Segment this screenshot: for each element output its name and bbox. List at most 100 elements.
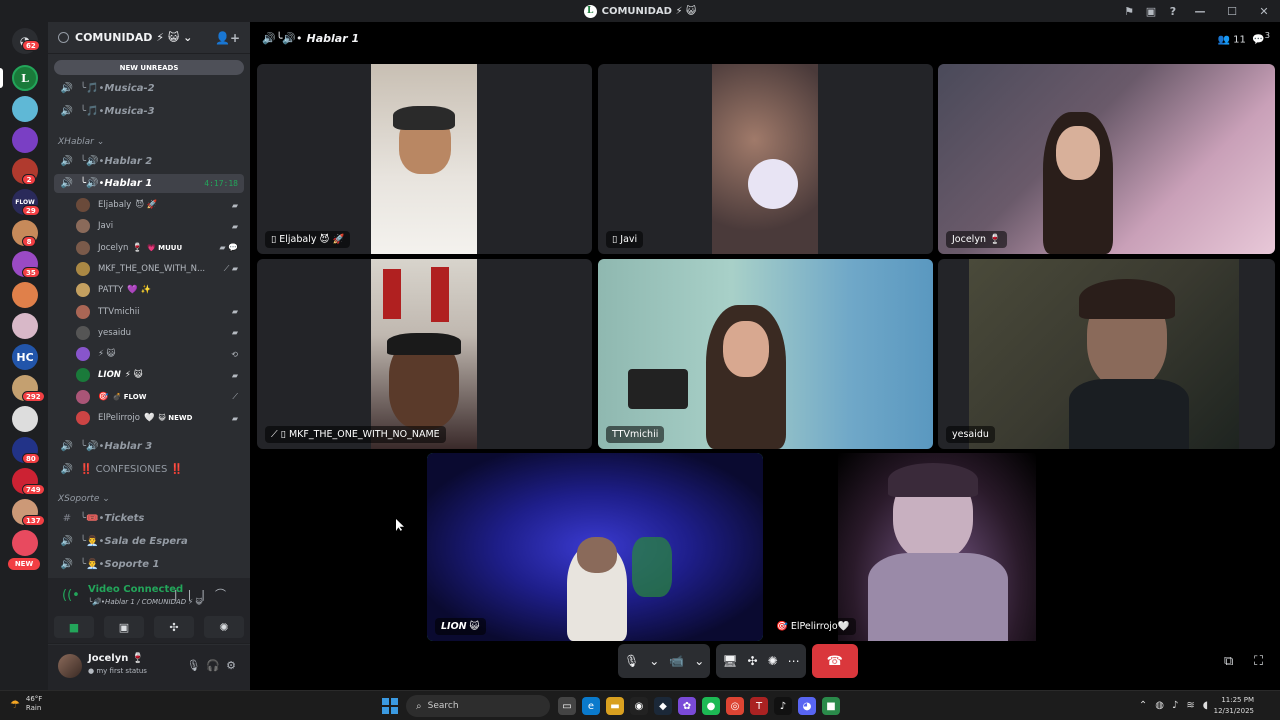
system-clock[interactable]: 11:25 PM 12/31/2025	[1214, 695, 1254, 717]
server-icon[interactable]	[12, 96, 38, 122]
soundboard-icon[interactable]: ✺	[768, 654, 778, 668]
server-icon[interactable]	[12, 313, 38, 339]
avatar	[76, 240, 90, 255]
voice-user-row[interactable]: ⚡ 😺 ⟲	[76, 344, 244, 364]
video-tile-jocelyn[interactable]: Jocelyn 🍷	[938, 64, 1275, 254]
custom-status[interactable]: ● my first status	[88, 667, 147, 675]
voice-user-row[interactable]: PATTY 💜 ✨	[76, 280, 244, 300]
video-tile-ttvmichii[interactable]: TTVmichii	[598, 259, 933, 449]
video-tile-elpelirrojo[interactable]: 🎯 ElPelirrojo 🤍	[768, 453, 1104, 641]
voice-user-row[interactable]: Jocelyn 🍷 💗 MUUU ▰ 💬	[76, 238, 244, 258]
avatar[interactable]	[58, 654, 82, 678]
server-icon[interactable]	[12, 127, 38, 153]
activities-icon[interactable]: ✣	[748, 654, 758, 668]
voice-user-row[interactable]: LION ⚡ 😺 ▰	[76, 365, 244, 385]
taskbar-app-icon[interactable]: ◆	[654, 697, 672, 715]
voice-user-row[interactable]: 🎯 💣 FLOW ⟋	[76, 387, 244, 407]
voice-status[interactable]: Video Connected	[88, 584, 183, 595]
mic-tray-icon[interactable]: ♪	[1172, 700, 1186, 711]
new-badge[interactable]: NEW	[8, 558, 40, 570]
channel-hablar-3[interactable]: 🔊 ╰🔊• Hablar 3	[54, 437, 244, 456]
channel-hablar-1[interactable]: 🔊 ╰🔊• Hablar 1 4:17:18	[54, 174, 244, 193]
taskbar-app-icon[interactable]: ◉	[630, 697, 648, 715]
speaker-icon: 🔊	[60, 559, 74, 570]
taskbar-app-icon[interactable]: ◎	[726, 697, 744, 715]
channel-soporte-1[interactable]: 🔊 ╰👨‍💼• Soporte 1	[54, 555, 244, 574]
video-tile-lion[interactable]: LION 😺	[427, 453, 763, 641]
server-boost-icon	[58, 32, 69, 43]
channel-musica-2[interactable]: 🔊 ╰🎵• Musica-2	[54, 79, 244, 98]
maximize-button[interactable]: ☐	[1216, 5, 1248, 18]
taskbar-app-icon[interactable]: ✿	[678, 697, 696, 715]
mic-options-chevron-icon[interactable]: ⌄	[649, 654, 659, 668]
members-icon[interactable]: 👥	[1218, 34, 1230, 45]
headphones-icon[interactable]: 🎧	[206, 659, 226, 672]
add-member-icon[interactable]: 👤+	[215, 31, 240, 45]
taskbar-search[interactable]: ⌕ Search	[406, 695, 550, 717]
server-icon[interactable]	[12, 282, 38, 308]
category-hablar[interactable]: XHablar ⌄	[58, 137, 104, 147]
camera-toggle-button[interactable]: ■	[54, 616, 94, 638]
server-icon[interactable]: L	[12, 65, 38, 91]
channel-tickets[interactable]: # ╰🎟️• Tickets	[54, 509, 244, 528]
share-screen-icon[interactable]: 🖥	[722, 654, 737, 668]
server-icon[interactable]	[12, 530, 38, 556]
minimize-button[interactable]: —	[1184, 5, 1216, 18]
video-feed	[938, 64, 1275, 254]
soundboard-button[interactable]: ✺	[204, 616, 244, 638]
taskbar-app-icon[interactable]: ♪	[774, 697, 792, 715]
video-tile-mkf[interactable]: ⟋ ▯ MKF_THE_ONE_WITH_NO_NAME	[257, 259, 592, 449]
close-button[interactable]: ✕	[1248, 5, 1280, 18]
voice-user-row[interactable]: TTVmichii ▰	[76, 302, 244, 322]
mic-button[interactable]: 🎙	[624, 654, 639, 668]
screen-icon[interactable]: ▣	[1140, 5, 1162, 18]
settings-gear-icon[interactable]: ⚙	[226, 659, 242, 672]
tray-chevron-icon[interactable]: ⌃	[1139, 700, 1155, 711]
camera-options-chevron-icon[interactable]: ⌄	[694, 654, 704, 668]
category-soporte[interactable]: XSoporte ⌄	[58, 494, 110, 504]
wifi-icon[interactable]: ≋	[1186, 700, 1202, 711]
taskbar-app-icon[interactable]: e	[582, 697, 600, 715]
camera-button[interactable]: 📹	[669, 654, 684, 668]
taskbar-app-icon[interactable]: ■	[822, 697, 840, 715]
more-options-icon[interactable]: ⋯	[788, 654, 800, 668]
taskbar-app-icon[interactable]: ●	[702, 697, 720, 715]
avatar	[76, 389, 90, 404]
disconnect-button[interactable]: ☎	[811, 644, 858, 678]
voice-user-row[interactable]: MKF_THE_ONE_WITH_N... ⟋ ▰	[76, 259, 244, 279]
voice-user-row[interactable]: ElPelirrojo 🤍 😺 NEWD ▰	[76, 408, 244, 428]
weather-widget[interactable]: ☂ 46°F Rain	[10, 695, 42, 713]
channel-sala-de-espera[interactable]: 🔊 ╰👨‍💼• Sala de Espera	[54, 532, 244, 551]
windows-start-icon[interactable]	[382, 698, 398, 714]
fullscreen-icon[interactable]: ⛶	[1254, 654, 1263, 669]
video-tile-javi[interactable]: ▯ Javi	[598, 64, 933, 254]
taskbar-app-icon[interactable]: ▭	[558, 697, 576, 715]
voice-user-name: 🎯	[98, 391, 109, 402]
disconnect-icon[interactable]: ⌒	[215, 588, 236, 601]
server-icon[interactable]	[12, 406, 38, 432]
voice-user-row[interactable]: Javi ▰	[76, 216, 244, 236]
server-icon[interactable]: HC	[12, 344, 38, 370]
activities-button[interactable]: ✣	[154, 616, 194, 638]
inbox-icon[interactable]: ⚑	[1118, 5, 1140, 18]
video-tile-yesaidu[interactable]: yesaidu	[938, 259, 1275, 449]
taskbar-app-icon[interactable]: T	[750, 697, 768, 715]
taskbar-app-icon[interactable]: ▬	[606, 697, 624, 715]
noise-suppression-icon[interactable]: |||	[174, 588, 215, 601]
chat-icon[interactable]: 💬	[1252, 34, 1264, 45]
voice-user-row[interactable]: Eljabaly 😈 🚀 ▰	[76, 195, 244, 215]
channel-confesiones[interactable]: 🔊 ‼️ CONFESIONES ‼️	[54, 460, 244, 479]
channel-musica-3[interactable]: 🔊 ╰🎵• Musica-3	[54, 102, 244, 121]
help-icon[interactable]: ?	[1162, 5, 1184, 18]
network-icon[interactable]: ◍	[1155, 700, 1172, 711]
channel-hablar-2[interactable]: 🔊 ╰🔊• Hablar 2	[54, 152, 244, 171]
popout-icon[interactable]: ⧉	[1224, 654, 1233, 669]
taskbar-app-icon[interactable]: ◕	[798, 697, 816, 715]
mic-icon[interactable]: 🎙	[186, 659, 206, 672]
voice-user-row[interactable]: yesaidu ▰	[76, 323, 244, 343]
username[interactable]: Jocelyn 🍷	[88, 653, 144, 664]
share-screen-button[interactable]: ▣	[104, 616, 144, 638]
new-unreads-banner[interactable]: NEW UNREADS	[54, 60, 244, 75]
server-header[interactable]: COMUNIDAD ⚡ 😺 ⌄ 👤+	[48, 22, 250, 54]
video-tile-eljabaly[interactable]: ▯ Eljabaly 😈 🚀	[257, 64, 592, 254]
